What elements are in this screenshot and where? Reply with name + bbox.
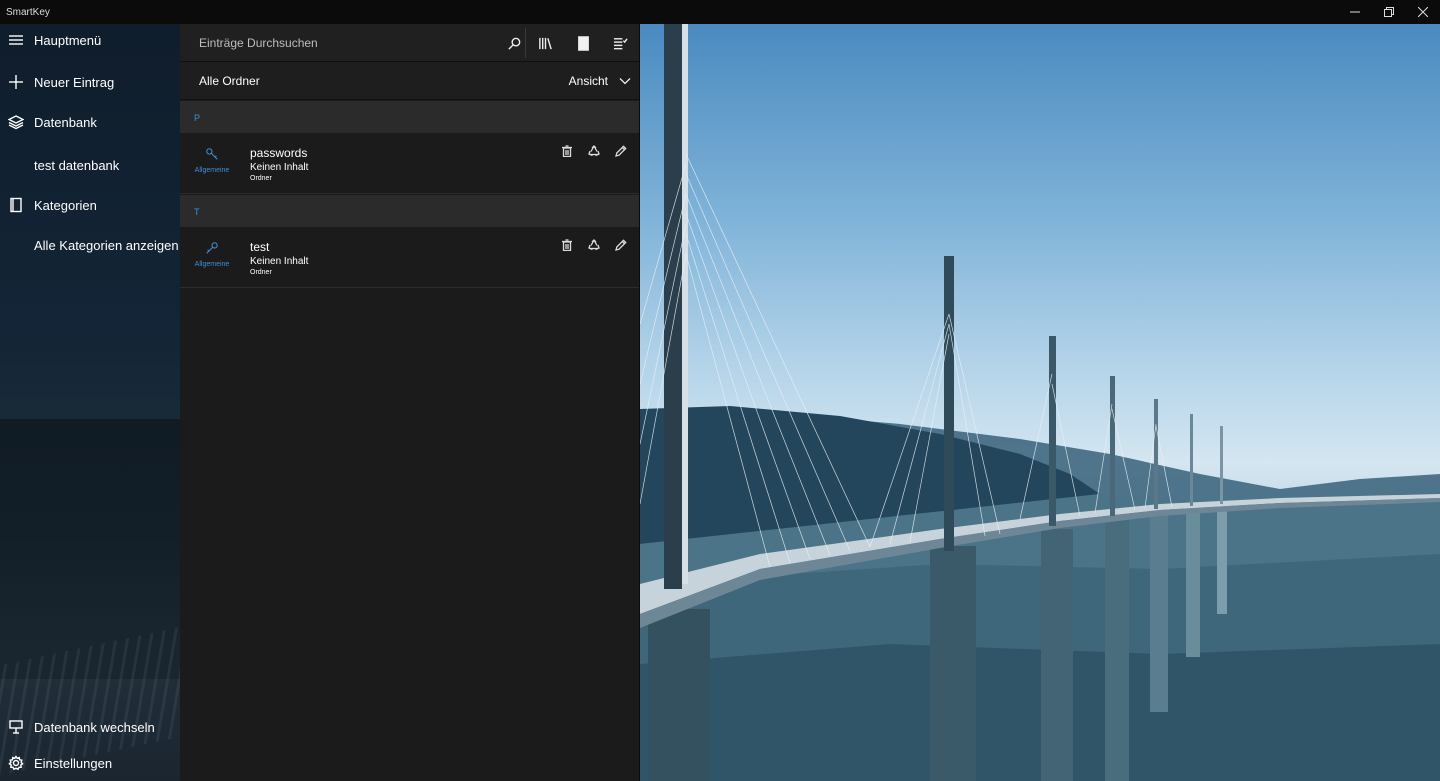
sidebar-item-test-database[interactable]: test datenbank: [0, 147, 180, 183]
page-icon: [577, 35, 589, 51]
delete-button[interactable]: [557, 141, 577, 161]
layers-icon: [0, 114, 32, 130]
library-icon: [538, 37, 552, 49]
entry-title: passwords: [250, 146, 308, 160]
restore-icon: [1384, 7, 1394, 17]
select-mode-button[interactable]: [606, 24, 634, 62]
minimize-icon: [1350, 11, 1360, 13]
entry-category: Allgemeine: [194, 241, 230, 268]
search-button[interactable]: [500, 24, 528, 62]
entry-category-label: Allgemeine: [194, 167, 230, 174]
edit-button[interactable]: [611, 141, 631, 161]
entry-title: test: [250, 240, 270, 254]
plus-icon: [0, 74, 32, 90]
sidebar-item-label: Einstellungen: [34, 755, 113, 771]
sidebar: Hauptmenü Neuer Eintrag Datenbank test d…: [0, 24, 180, 781]
recycle-icon: [588, 239, 600, 251]
search-toolbar: [180, 24, 639, 62]
move-button[interactable]: [584, 235, 604, 255]
list-item[interactable]: Allgemeine test Keinen Inhalt Ordner: [180, 227, 639, 288]
entry-category: Allgemeine: [194, 147, 230, 174]
key-icon: [206, 242, 218, 254]
background-photo: [640, 24, 1440, 781]
entry-category-label: Allgemeine: [194, 261, 230, 268]
edit-button[interactable]: [611, 235, 631, 255]
folder-title: Alle Ordner: [199, 74, 260, 88]
list-item[interactable]: Allgemeine passwords Keinen Inhalt Ordne…: [180, 133, 639, 194]
sidebar-item-label: test datenbank: [34, 157, 120, 173]
move-button[interactable]: [584, 141, 604, 161]
library-button[interactable]: [531, 24, 559, 62]
title-bar: SmartKey: [0, 0, 1440, 24]
group-header: P: [180, 101, 639, 133]
pencil-icon: [615, 145, 627, 157]
group-letter: P: [194, 113, 201, 123]
recycle-icon: [588, 145, 600, 157]
folder-bar: Alle Ordner Ansicht: [180, 62, 639, 100]
restore-button[interactable]: [1372, 0, 1406, 24]
minimize-button[interactable]: [1338, 0, 1372, 24]
entry-subtitle: Keinen Inhalt: [250, 256, 309, 267]
sidebar-item-main-menu[interactable]: Hauptmenü: [0, 24, 180, 58]
gear-icon: [0, 755, 32, 771]
sidebar-item-categories[interactable]: Kategorien: [0, 187, 180, 223]
delete-button[interactable]: [557, 235, 577, 255]
sidebar-item-label: Kategorien: [34, 197, 97, 213]
bridge-illustration: [640, 24, 1440, 781]
trash-icon: [562, 239, 572, 251]
entry-subtitle: Keinen Inhalt: [250, 162, 309, 173]
sidebar-item-label: Datenbank: [34, 114, 97, 130]
toolbar-separator: [525, 28, 526, 58]
pencil-icon: [615, 239, 627, 251]
sidebar-item-label: Neuer Eintrag: [34, 74, 115, 90]
sidebar-item-new-entry[interactable]: Neuer Eintrag: [0, 64, 180, 100]
window-controls: [1338, 0, 1440, 24]
entry-type: Ordner: [250, 269, 272, 276]
app-title: SmartKey: [6, 6, 50, 18]
entry-list-pane: Alle Ordner Ansicht P Allgemeine passwor…: [180, 24, 639, 781]
close-button[interactable]: [1406, 0, 1440, 24]
chevron-down-icon[interactable]: [619, 74, 633, 88]
sidebar-item-label: Datenbank wechseln: [34, 719, 155, 735]
entry-type: Ordner: [250, 175, 272, 182]
sidebar-item-all-categories[interactable]: Alle Kategorien anzeigen: [0, 227, 180, 263]
new-page-button[interactable]: [569, 24, 597, 62]
trash-icon: [562, 145, 572, 157]
search-input[interactable]: [190, 30, 525, 56]
view-dropdown[interactable]: Ansicht: [569, 74, 608, 88]
group-header: T: [180, 195, 639, 227]
key-icon: [206, 148, 218, 160]
search-icon: [507, 37, 520, 50]
group-letter: T: [194, 207, 200, 217]
sidebar-item-switch-database[interactable]: Datenbank wechseln: [0, 709, 180, 745]
book-icon: [0, 197, 32, 213]
sidebar-item-label: Hauptmenü: [34, 32, 102, 48]
sidebar-item-settings[interactable]: Einstellungen: [0, 745, 180, 781]
checklist-icon: [613, 37, 628, 49]
sidebar-item-label: Alle Kategorien anzeigen: [34, 237, 179, 253]
hamburger-icon: [0, 32, 32, 48]
sidebar-item-database[interactable]: Datenbank: [0, 104, 180, 140]
close-icon: [1418, 7, 1428, 17]
switch-database-icon: [0, 719, 32, 735]
